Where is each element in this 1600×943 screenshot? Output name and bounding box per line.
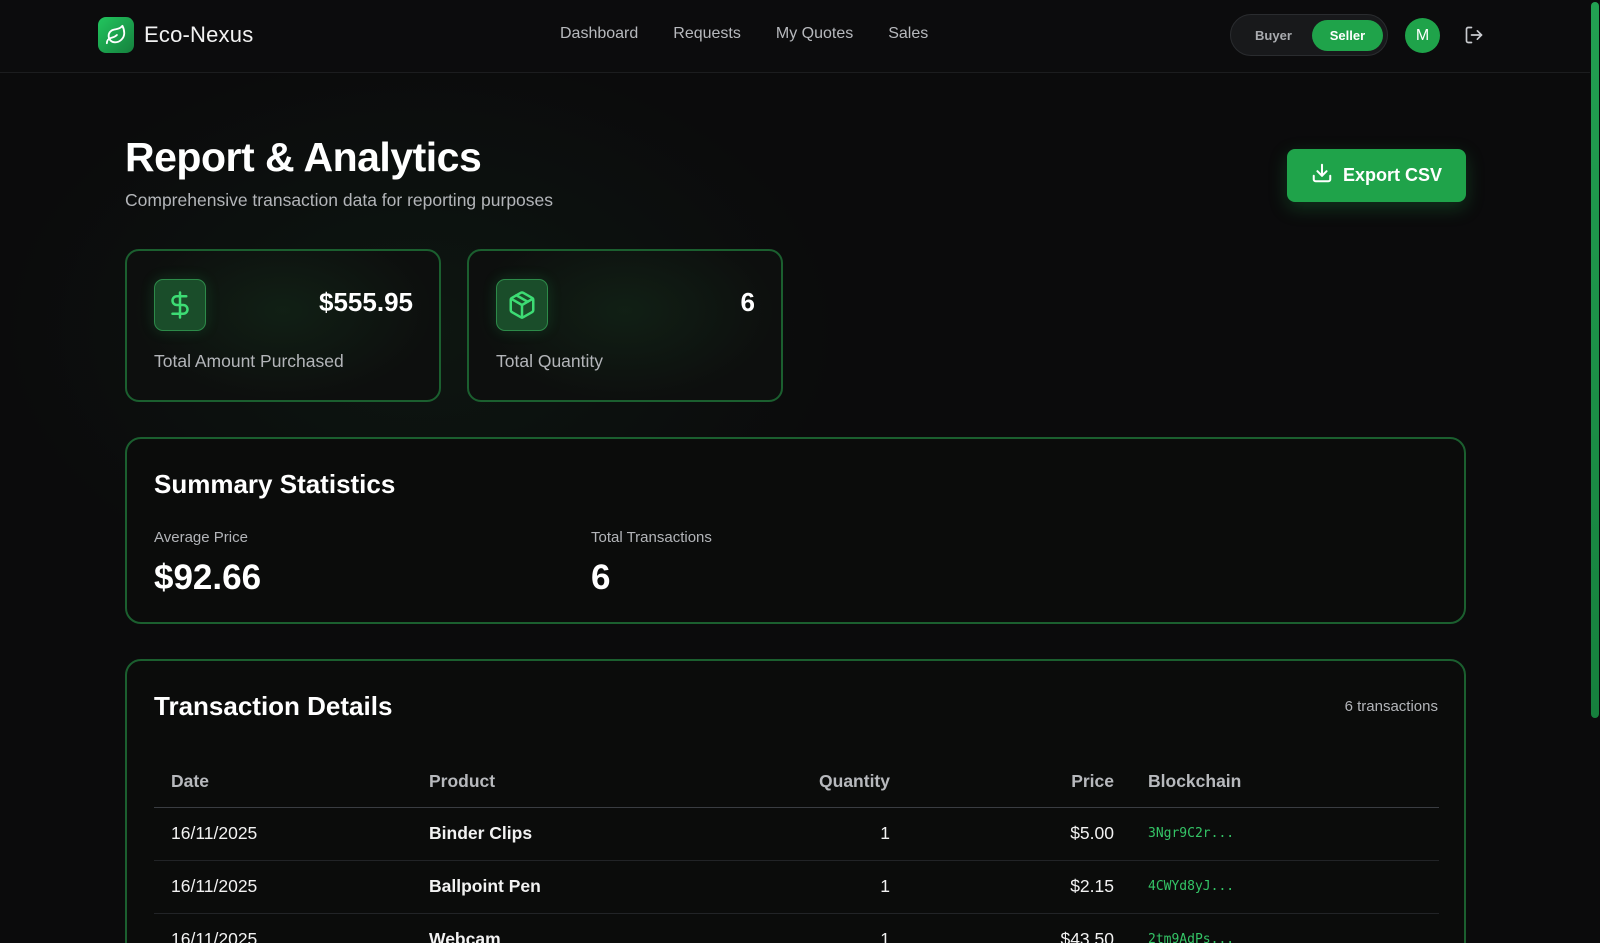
vertical-scrollbar[interactable] (1590, 0, 1600, 943)
cell-quantity: 1 (734, 913, 907, 943)
export-csv-button[interactable]: Export CSV (1287, 149, 1466, 202)
download-icon (1311, 162, 1333, 189)
cell-blockchain-hash[interactable]: 2tm9AdPs... (1131, 913, 1439, 943)
leaf-icon (98, 17, 134, 53)
table-row[interactable]: 16/11/2025 Ballpoint Pen 1 $2.15 4CWYd8y… (154, 860, 1439, 914)
export-csv-label: Export CSV (1342, 165, 1443, 185)
summary-statistics-panel: Summary Statistics Average Price $92.66 … (125, 437, 1466, 624)
total-quantity-card: 6 Total Quantity (467, 249, 783, 402)
top-nav-bar: Eco-Nexus Dashboard Requests My Quotes S… (0, 0, 1590, 73)
total-transactions-stat: Total Transactions 6 (591, 529, 712, 598)
brand-logo[interactable]: Eco-Nexus (98, 17, 253, 53)
page: Eco-Nexus Dashboard Requests My Quotes S… (0, 0, 1600, 943)
column-header-blockchain[interactable]: Blockchain (1131, 757, 1439, 808)
cell-price: $43.50 (907, 913, 1131, 943)
package-icon (496, 279, 548, 331)
cell-product: Binder Clips (412, 807, 734, 861)
cell-quantity: 1 (734, 860, 907, 914)
column-header-date[interactable]: Date (154, 757, 412, 808)
transaction-details-panel: Transaction Details 6 transactions Date … (125, 659, 1466, 943)
nav-item-dashboard[interactable]: Dashboard (560, 25, 638, 43)
cell-date: 16/11/2025 (154, 807, 412, 861)
cell-blockchain-hash[interactable]: 4CWYd8yJ... (1131, 860, 1439, 914)
column-header-quantity[interactable]: Quantity (734, 757, 907, 808)
cell-blockchain-hash[interactable]: 3Ngr9C2r... (1131, 807, 1439, 861)
summary-title: Summary Statistics (154, 469, 396, 499)
total-transactions-value: 6 (591, 558, 611, 597)
average-price-label: Average Price (154, 529, 248, 546)
total-quantity-value: 6 (740, 287, 755, 317)
average-price-stat: Average Price $92.66 (154, 529, 261, 598)
scrollbar-thumb[interactable] (1591, 2, 1599, 718)
column-header-price[interactable]: Price (907, 757, 1131, 808)
column-header-product[interactable]: Product (412, 757, 734, 808)
role-toggle: Buyer Seller (1230, 14, 1388, 56)
average-price-value: $92.66 (154, 558, 262, 597)
page-title: Report & Analytics (125, 134, 482, 180)
transactions-count: 6 transactions (1344, 698, 1438, 715)
transactions-title: Transaction Details (154, 691, 393, 721)
cell-date: 16/11/2025 (154, 860, 412, 914)
table-row[interactable]: 16/11/2025 Binder Clips 1 $5.00 3Ngr9C2r… (154, 807, 1439, 861)
brand-name: Eco-Nexus (144, 22, 254, 47)
cell-price: $2.15 (907, 860, 1131, 914)
logout-icon[interactable] (1464, 25, 1484, 45)
table-row[interactable]: 16/11/2025 Webcam 1 $43.50 2tm9AdPs... (154, 913, 1439, 943)
role-buyer-button[interactable]: Buyer (1235, 20, 1312, 51)
page-subtitle: Comprehensive transaction data for repor… (125, 190, 554, 210)
total-amount-card: $555.95 Total Amount Purchased (125, 249, 441, 402)
cell-date: 16/11/2025 (154, 913, 412, 943)
nav-item-sales[interactable]: Sales (888, 25, 928, 43)
cell-product: Webcam (412, 913, 734, 943)
cell-quantity: 1 (734, 807, 907, 861)
cell-price: $5.00 (907, 807, 1131, 861)
total-amount-value: $555.95 (319, 287, 413, 317)
user-avatar[interactable]: M (1405, 18, 1440, 53)
total-quantity-label: Total Quantity (496, 351, 603, 371)
table-header-row: Date Product Quantity Price Blockchain (154, 757, 1439, 808)
transactions-table: Date Product Quantity Price Blockchain 1… (154, 757, 1439, 943)
nav-item-my-quotes[interactable]: My Quotes (776, 25, 853, 43)
dollar-icon (154, 279, 206, 331)
cell-product: Ballpoint Pen (412, 860, 734, 914)
main-nav: Dashboard Requests My Quotes Sales (560, 25, 928, 43)
nav-item-requests[interactable]: Requests (673, 25, 741, 43)
role-seller-button[interactable]: Seller (1311, 19, 1383, 51)
total-transactions-label: Total Transactions (591, 529, 712, 546)
total-amount-label: Total Amount Purchased (154, 351, 344, 371)
